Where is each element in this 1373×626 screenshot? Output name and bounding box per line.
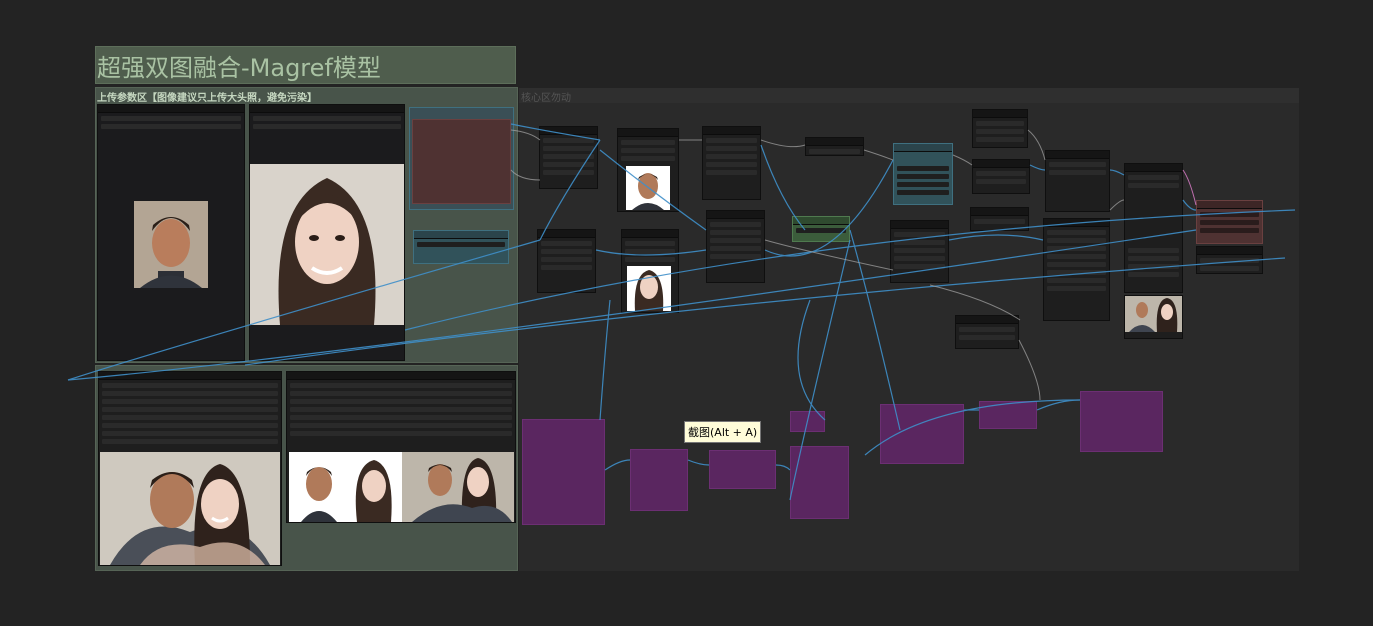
node-links	[67, 123, 1296, 501]
screenshot-tooltip: 截图(Alt + A)	[684, 421, 762, 443]
